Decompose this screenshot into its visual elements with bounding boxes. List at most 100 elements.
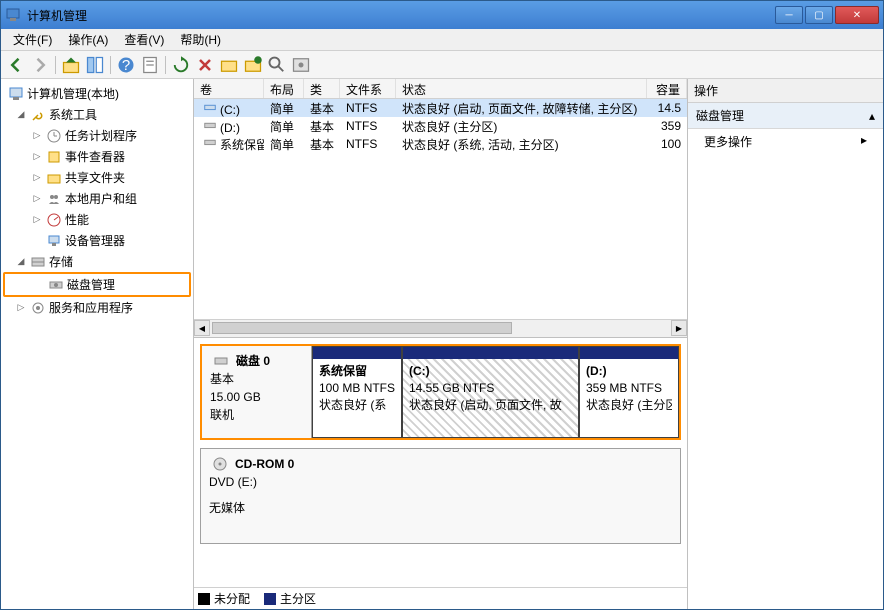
menu-file[interactable]: 文件(F) xyxy=(5,29,60,50)
device-icon xyxy=(46,233,62,249)
tree-system-tools[interactable]: ◢ 系统工具 xyxy=(3,104,191,125)
volume-list[interactable]: (C:) 简单 基本 NTFS 状态良好 (启动, 页面文件, 故障转储, 主分… xyxy=(194,99,687,319)
tree-label: 系统工具 xyxy=(49,106,97,123)
tree-label: 磁盘管理 xyxy=(67,276,115,293)
menu-bar: 文件(F) 操作(A) 查看(V) 帮助(H) xyxy=(1,29,883,51)
volume-row[interactable]: (C:) 简单 基本 NTFS 状态良好 (启动, 页面文件, 故障转储, 主分… xyxy=(194,99,687,117)
close-button[interactable]: ✕ xyxy=(835,6,879,24)
legend: 未分配 主分区 xyxy=(194,587,687,609)
tree-services[interactable]: ▷ 服务和应用程序 xyxy=(3,297,191,318)
tree-device-manager[interactable]: 设备管理器 xyxy=(3,230,191,251)
menu-action[interactable]: 操作(A) xyxy=(60,29,116,50)
settings-icon[interactable] xyxy=(290,54,312,76)
tree-shared-folders[interactable]: ▷ 共享文件夹 xyxy=(3,167,191,188)
tree-performance[interactable]: ▷ 性能 xyxy=(3,209,191,230)
help-icon[interactable]: ? xyxy=(115,54,137,76)
col-status[interactable]: 状态 xyxy=(396,79,647,98)
col-volume[interactable]: 卷 xyxy=(194,79,264,98)
tree-label: 任务计划程序 xyxy=(65,127,137,144)
actions-section-disk-mgmt[interactable]: 磁盘管理 ▴ xyxy=(688,103,883,129)
refresh-button[interactable] xyxy=(170,54,192,76)
expand-icon[interactable]: ▷ xyxy=(31,214,43,226)
expand-icon[interactable]: ▷ xyxy=(31,130,43,142)
tree-disk-management[interactable]: 磁盘管理 xyxy=(3,272,191,297)
tree-event-viewer[interactable]: ▷ 事件查看器 xyxy=(3,146,191,167)
expand-icon[interactable]: ▷ xyxy=(15,302,27,314)
storage-icon xyxy=(30,254,46,270)
tree-label: 设备管理器 xyxy=(65,232,125,249)
col-capacity[interactable]: 容量 xyxy=(647,79,687,98)
partition-d[interactable]: (D:) 359 MB NTFS 状态良好 (主分区 xyxy=(579,346,679,438)
partition-c[interactable]: (C:) 14.55 GB NTFS 状态良好 (启动, 页面文件, 故 xyxy=(402,346,579,438)
svg-text:?: ? xyxy=(122,57,130,74)
disk-0-info: 磁盘 0 基本 15.00 GB 联机 xyxy=(202,346,312,438)
partition-system-reserved[interactable]: 系统保留 100 MB NTFS 状态良好 (系 xyxy=(312,346,402,438)
disk-graphical-view: 磁盘 0 基本 15.00 GB 联机 系统保留 100 MB NTFS 状态良… xyxy=(194,337,687,587)
tree-label: 共享文件夹 xyxy=(65,169,125,186)
menu-view[interactable]: 查看(V) xyxy=(116,29,172,50)
drive-icon xyxy=(203,118,217,132)
scroll-left-button[interactable]: ◀ xyxy=(194,320,210,336)
disk-0-row[interactable]: 磁盘 0 基本 15.00 GB 联机 系统保留 100 MB NTFS 状态良… xyxy=(200,344,681,440)
action-button-1[interactable] xyxy=(218,54,240,76)
collapse-icon[interactable]: ◢ xyxy=(15,109,27,121)
toolbar: ? xyxy=(1,51,883,79)
up-button[interactable] xyxy=(60,54,82,76)
tree-root[interactable]: 计算机管理(本地) xyxy=(3,83,191,104)
computer-icon xyxy=(8,86,24,102)
delete-button[interactable] xyxy=(194,54,216,76)
tree-label: 事件查看器 xyxy=(65,148,125,165)
col-layout[interactable]: 布局 xyxy=(264,79,304,98)
disk-icon xyxy=(48,277,64,293)
tree-label: 服务和应用程序 xyxy=(49,299,133,316)
volume-row[interactable]: (D:) 简单 基本 NTFS 状态良好 (主分区) 359 xyxy=(194,117,687,135)
tree-task-scheduler[interactable]: ▷ 任务计划程序 xyxy=(3,125,191,146)
scroll-right-button[interactable]: ▶ xyxy=(671,320,687,336)
services-icon xyxy=(30,300,46,316)
volume-list-header: 卷 布局 类型 文件系统 状态 容量 xyxy=(194,79,687,99)
perf-icon xyxy=(46,212,62,228)
disk-icon xyxy=(213,353,229,369)
show-hide-tree-button[interactable] xyxy=(84,54,106,76)
clock-icon xyxy=(46,128,62,144)
back-button[interactable] xyxy=(5,54,27,76)
actions-more[interactable]: 更多操作 ▸ xyxy=(688,129,883,154)
expand-icon[interactable]: ▷ xyxy=(31,172,43,184)
action-button-2[interactable] xyxy=(242,54,264,76)
tree-label: 本地用户和组 xyxy=(65,190,137,207)
col-filesystem[interactable]: 文件系统 xyxy=(340,79,396,98)
scroll-thumb[interactable] xyxy=(212,322,512,334)
drive-icon xyxy=(203,135,217,149)
tree-label: 性能 xyxy=(65,211,89,228)
cdrom-0-info: CD-ROM 0 DVD (E:) 无媒体 xyxy=(201,449,680,543)
expand-icon[interactable]: ▷ xyxy=(31,193,43,205)
maximize-button[interactable]: ▢ xyxy=(805,6,833,24)
tree-label: 存储 xyxy=(49,253,73,270)
tree-root-label: 计算机管理(本地) xyxy=(27,85,119,102)
users-icon xyxy=(46,191,62,207)
title-bar: 计算机管理 ─ ▢ ✕ xyxy=(1,1,883,29)
minimize-button[interactable]: ─ xyxy=(775,6,803,24)
volume-row[interactable]: 系统保留 简单 基本 NTFS 状态良好 (系统, 活动, 主分区) 100 xyxy=(194,135,687,153)
expand-icon[interactable]: ▷ xyxy=(31,151,43,163)
properties-button[interactable] xyxy=(139,54,161,76)
navigation-tree[interactable]: 计算机管理(本地) ◢ 系统工具 ▷ 任务计划程序 ▷ 事件查看器 ▷ 共享文件… xyxy=(1,79,194,609)
search-icon[interactable] xyxy=(266,54,288,76)
chevron-right-icon: ▸ xyxy=(861,133,867,150)
tools-icon xyxy=(30,107,46,123)
forward-button[interactable] xyxy=(29,54,51,76)
actions-header: 操作 xyxy=(688,79,883,103)
legend-primary-swatch xyxy=(264,593,276,605)
legend-unallocated-swatch xyxy=(198,593,210,605)
chevron-up-icon: ▴ xyxy=(869,109,875,123)
cdrom-icon xyxy=(212,456,228,472)
event-icon xyxy=(46,149,62,165)
cdrom-0-row[interactable]: CD-ROM 0 DVD (E:) 无媒体 xyxy=(200,448,681,544)
drive-icon xyxy=(203,100,217,114)
col-type[interactable]: 类型 xyxy=(304,79,340,98)
tree-storage[interactable]: ◢ 存储 xyxy=(3,251,191,272)
horizontal-scrollbar[interactable]: ◀ ▶ xyxy=(194,319,687,337)
menu-help[interactable]: 帮助(H) xyxy=(172,29,229,50)
collapse-icon[interactable]: ◢ xyxy=(15,256,27,268)
tree-local-users[interactable]: ▷ 本地用户和组 xyxy=(3,188,191,209)
